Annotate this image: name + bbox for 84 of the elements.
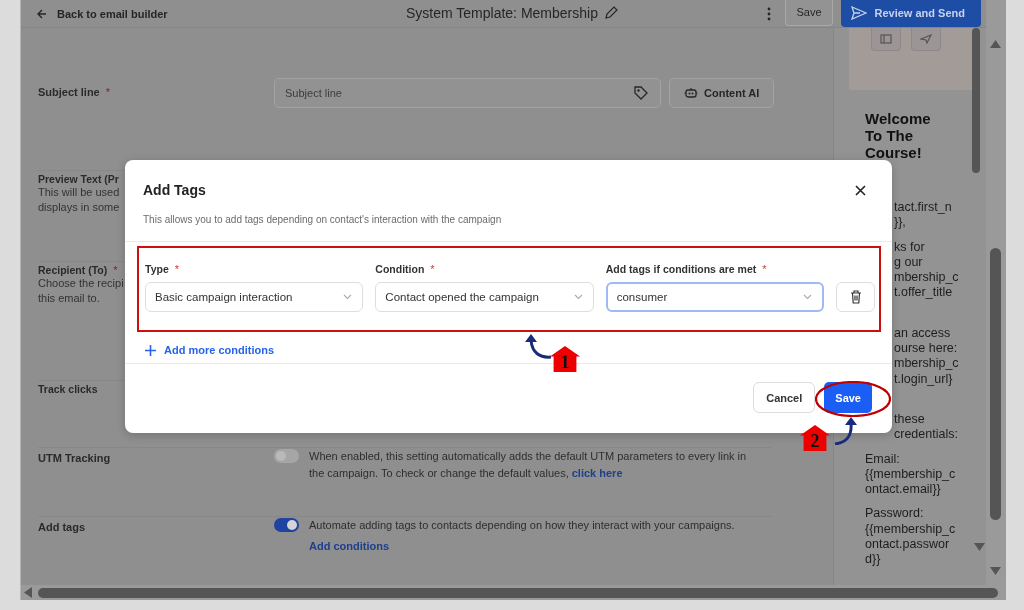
- chevron-down-icon: [573, 294, 583, 300]
- email-heading: Welcome To The Course!: [865, 110, 932, 161]
- email-text: d}}: [865, 552, 881, 568]
- email-text: credentials:: [894, 427, 958, 443]
- dialog-title: Add Tags: [143, 182, 206, 198]
- field-label: Type: [145, 263, 169, 275]
- email-text: tact.first_n: [894, 200, 952, 216]
- chevron-down-icon: [803, 294, 813, 300]
- field-label: Track clicks: [38, 383, 98, 395]
- field-label: Add tags if conditions are met: [605, 263, 757, 275]
- email-text: }},: [894, 215, 906, 231]
- back-link[interactable]: Back to email builder: [37, 7, 168, 20]
- field-label: Subject line: [38, 86, 100, 98]
- email-text: ontact.passwor: [865, 537, 950, 553]
- email-text: Password:: [865, 506, 924, 522]
- field-label: UTM Tracking: [38, 452, 111, 464]
- robot-icon: [684, 87, 698, 99]
- delete-button[interactable]: [836, 282, 875, 312]
- subject-line-input[interactable]: Subject line: [274, 78, 661, 108]
- dropdown[interactable]: Basic campaign interaction: [145, 282, 364, 312]
- required-mark: *: [113, 264, 118, 276]
- required-mark: *: [105, 86, 111, 98]
- field-label: Preview Text (Pr: [38, 173, 119, 185]
- subject-line-field[interactable]: Subject line: [285, 79, 634, 107]
- email-text: g our: [894, 254, 923, 271]
- add-more-conditions-link[interactable]: Add more conditions: [145, 344, 274, 356]
- save-button[interactable]: Save: [785, 0, 833, 26]
- scroll-left-icon[interactable]: [24, 587, 32, 598]
- save-button[interactable]: Save: [824, 382, 872, 413]
- close-button[interactable]: [853, 182, 868, 198]
- review-and-send-button[interactable]: Review and Send: [840, 0, 981, 27]
- click-here-link[interactable]: click here: [571, 467, 623, 479]
- field-description: Choose the recipi: [38, 276, 124, 291]
- toggle-switch[interactable]: [274, 518, 299, 532]
- chevron-down-icon: [343, 294, 353, 300]
- email-text: ourse here:: [894, 341, 958, 357]
- email-text: t.offer_title: [894, 285, 953, 301]
- plus-icon: [145, 344, 156, 356]
- scrollbar-thumb[interactable]: [990, 248, 1001, 520]
- pencil-icon[interactable]: [603, 6, 618, 20]
- close-icon: [855, 184, 866, 196]
- tag-icon: [634, 86, 648, 100]
- required-mark: *: [430, 263, 435, 275]
- cursor-icon: [920, 34, 932, 44]
- cancel-button[interactable]: Cancel: [753, 382, 816, 413]
- setting-description: When enabled, this setting automatically adds the default UTM parameters to every link in the campaign. To check or change the default values, click here: [309, 449, 748, 481]
- scroll-down-icon[interactable]: [990, 567, 1001, 575]
- more-options-icon[interactable]: [767, 6, 772, 21]
- layout-icon: [880, 34, 892, 44]
- email-text: mbership_c: [894, 270, 959, 286]
- template-title: System Template: Membership: [406, 5, 598, 21]
- curved-arrow: [834, 415, 858, 445]
- send-icon: [850, 5, 867, 20]
- dialog-description: This allows you to add tags depending on contact's interaction with the campaign: [143, 214, 503, 225]
- content-ai-button[interactable]: Content AI: [669, 78, 775, 108]
- scrollbar-thumb[interactable]: [38, 587, 998, 598]
- trash-icon: [849, 290, 862, 304]
- email-text: Email:: [865, 451, 900, 467]
- scrollbar-thumb[interactable]: [972, 28, 980, 173]
- field-description: This will be used: [38, 185, 120, 200]
- scroll-down-icon[interactable]: [974, 543, 985, 551]
- toggle-switch[interactable]: [274, 449, 299, 463]
- required-mark: *: [762, 263, 767, 275]
- email-text: t.login_url}: [894, 371, 953, 387]
- field-label: Recipient (To): [38, 264, 108, 276]
- email-text: ks for: [894, 239, 925, 255]
- add-conditions-link[interactable]: Add conditions: [309, 540, 390, 552]
- back-arrow-icon: [37, 8, 47, 19]
- email-text: {{membership_c: [865, 466, 956, 483]
- email-text: {{membership_c: [865, 521, 956, 538]
- setting-description: Automate adding tags to contacts depending on how they interact with your campaigns.: [309, 518, 736, 533]
- curved-arrow: [522, 333, 552, 361]
- scroll-up-icon[interactable]: [990, 40, 1001, 48]
- email-text: mbership_c: [894, 356, 959, 372]
- field-description: this email to.: [38, 291, 100, 306]
- required-mark: *: [174, 263, 179, 275]
- email-text: an access: [894, 325, 951, 342]
- field-label: Condition: [375, 263, 425, 275]
- field-label: Add tags: [38, 521, 86, 533]
- field-description: displays in some: [38, 200, 120, 215]
- dropdown[interactable]: consumer: [605, 282, 825, 312]
- dropdown[interactable]: Contact opened the campaign: [375, 282, 594, 312]
- email-text: ontact.email}}: [865, 482, 941, 498]
- email-text: these: [894, 411, 925, 428]
